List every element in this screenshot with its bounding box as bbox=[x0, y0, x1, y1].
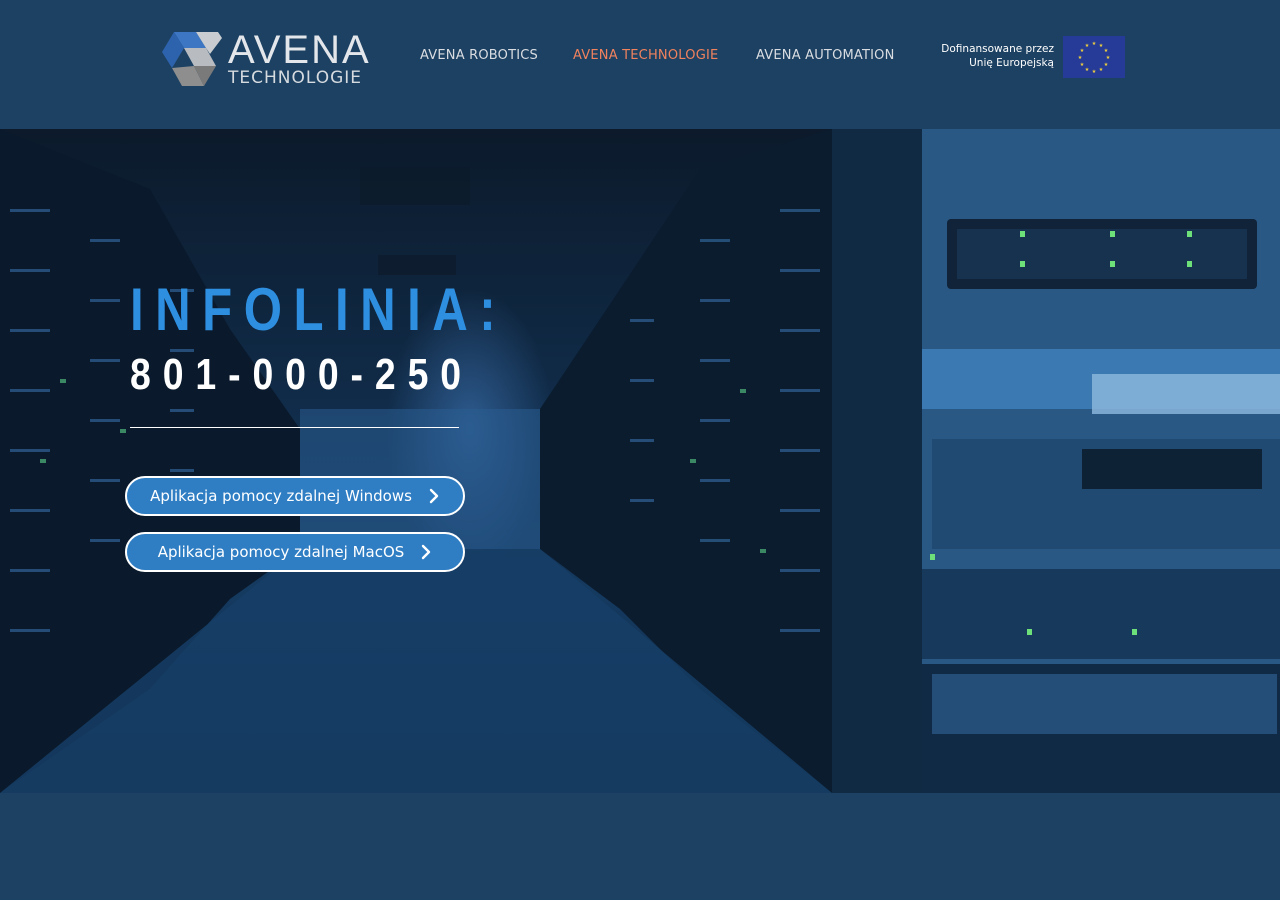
svg-text:★: ★ bbox=[1078, 55, 1083, 61]
logo-mark-icon bbox=[162, 32, 222, 86]
chevron-right-icon bbox=[422, 544, 431, 560]
infoline-phone-number[interactable]: 801-000-250 bbox=[130, 349, 473, 401]
chevron-right-icon bbox=[429, 488, 439, 504]
datacenter-aisle-image bbox=[0, 129, 832, 793]
server-units-illustration bbox=[832, 129, 1280, 793]
hero-section: INFOLINIA: 801-000-250 Aplikacja pomocy … bbox=[0, 129, 1280, 793]
remote-help-windows-button[interactable]: Aplikacja pomocy zdalnej Windows bbox=[125, 476, 465, 516]
eu-funding-line1: Dofinansowane przez bbox=[941, 43, 1054, 55]
remote-help-macos-label: Aplikacja pomocy zdalnej MacOS bbox=[157, 543, 405, 561]
logo-subtitle: TECHNOLOGIE bbox=[228, 68, 363, 88]
remote-help-windows-label: Aplikacja pomocy zdalnej Windows bbox=[150, 487, 412, 505]
svg-text:★: ★ bbox=[1092, 41, 1097, 47]
eu-funding-text: Dofinansowane przez Unię Europejską bbox=[920, 42, 1054, 70]
svg-text:★: ★ bbox=[1099, 67, 1104, 73]
nav-link-avena-automation[interactable]: AVENA AUTOMATION bbox=[756, 48, 895, 66]
svg-text:★: ★ bbox=[1092, 69, 1097, 75]
svg-text:★: ★ bbox=[1106, 55, 1111, 61]
site-header: AVENA TECHNOLOGIE AVENA ROBOTICS AVENA T… bbox=[0, 0, 1280, 129]
svg-text:★: ★ bbox=[1104, 48, 1109, 54]
avena-logo[interactable]: AVENA TECHNOLOGIE bbox=[160, 28, 380, 90]
svg-text:★: ★ bbox=[1085, 43, 1090, 49]
nav-link-avena-robotics[interactable]: AVENA ROBOTICS bbox=[420, 48, 538, 66]
infoline-heading: INFOLINIA: bbox=[130, 276, 508, 343]
logo-wordmark: AVENA bbox=[228, 28, 371, 72]
svg-text:★: ★ bbox=[1085, 67, 1090, 73]
nav-link-avena-technologie[interactable]: AVENA TECHNOLOGIE bbox=[573, 48, 718, 66]
eu-flag-icon: ★ ★ ★ ★ ★ ★ ★ ★ ★ ★ ★ ★ bbox=[1063, 36, 1125, 78]
hero-divider bbox=[130, 427, 459, 428]
svg-text:★: ★ bbox=[1104, 62, 1109, 68]
server-closeup-image bbox=[832, 129, 1280, 793]
remote-help-macos-button[interactable]: Aplikacja pomocy zdalnej MacOS bbox=[125, 532, 465, 572]
svg-text:★: ★ bbox=[1080, 62, 1085, 68]
eu-funding-line2: Unię Europejską bbox=[969, 57, 1054, 69]
server-racks-illustration bbox=[0, 129, 832, 793]
